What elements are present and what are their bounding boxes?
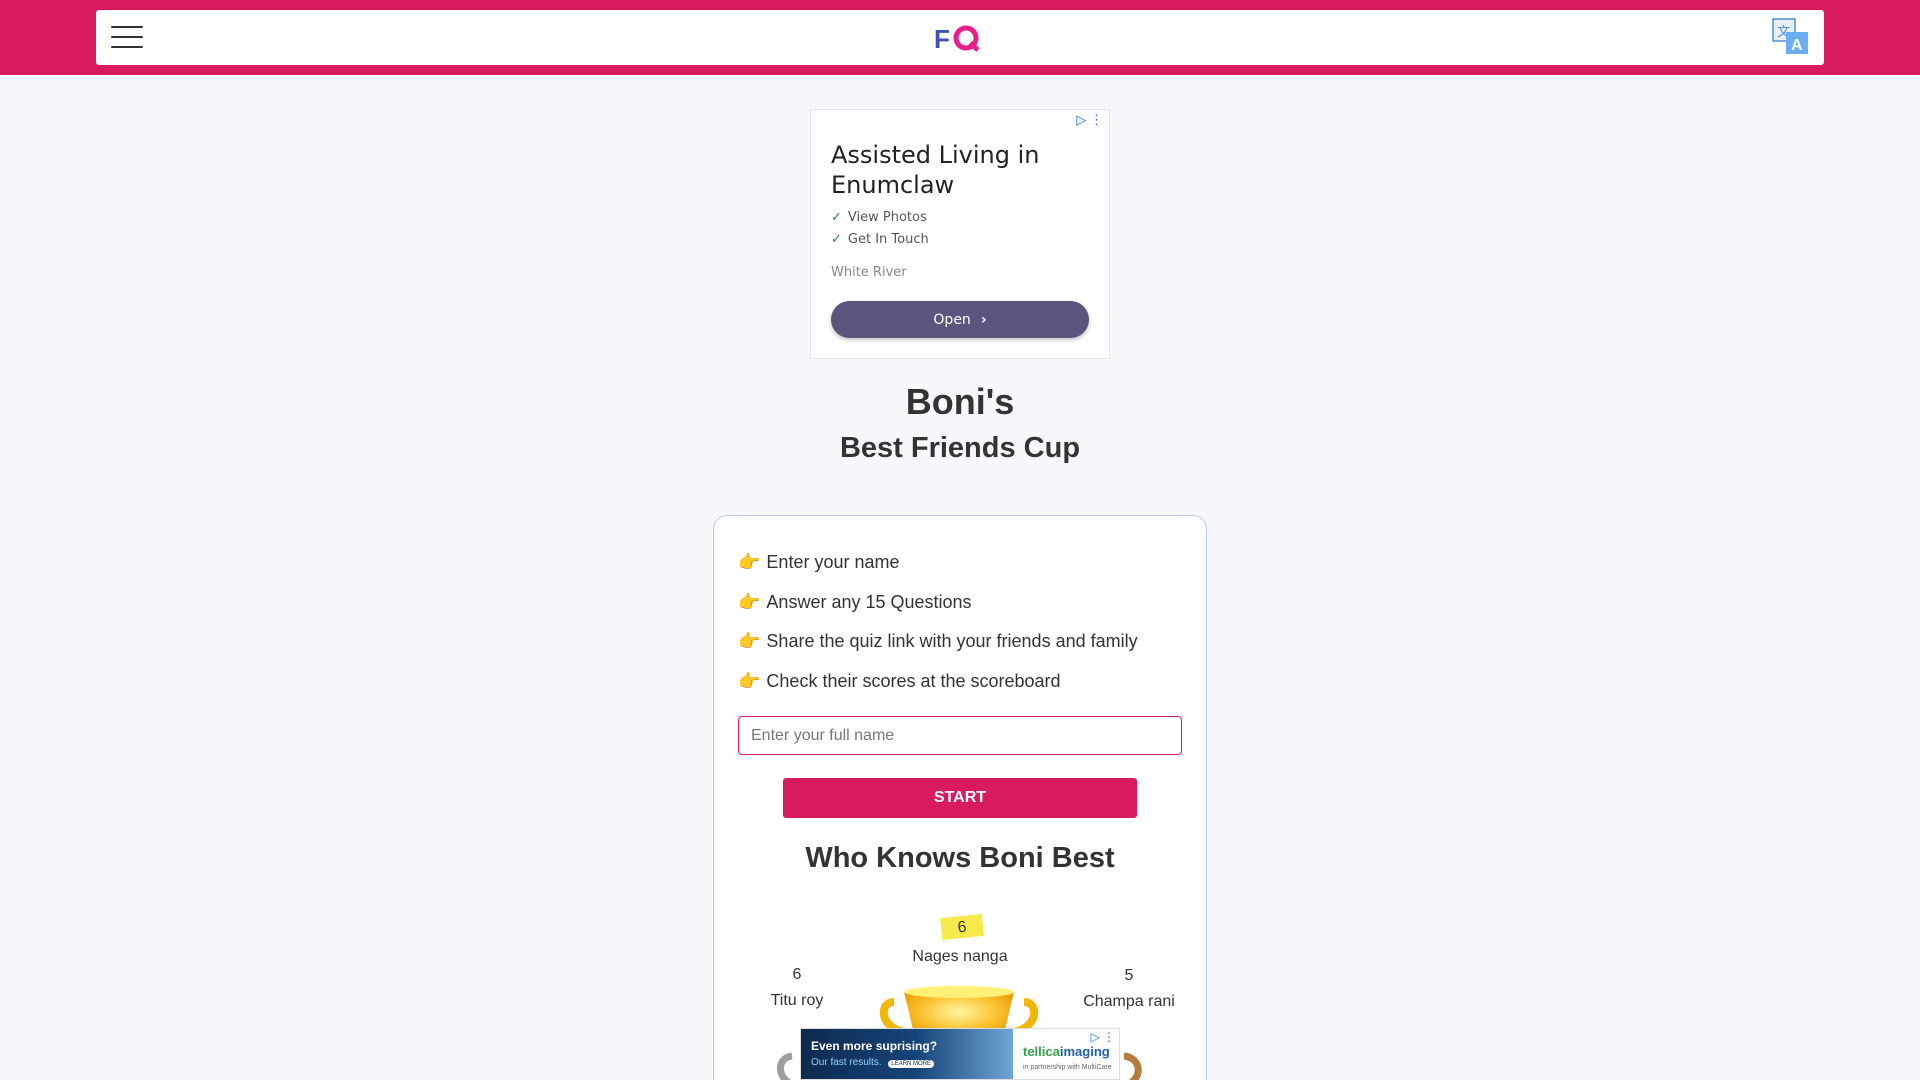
second-place: 6 Titu roy	[742, 966, 852, 1010]
check-icon: ✓	[831, 210, 842, 225]
ad-banner-image: Even more suprising? Our fast results. L…	[801, 1029, 1013, 1079]
third-place-score: 5	[1124, 967, 1134, 984]
svg-text:F: F	[934, 24, 950, 54]
instruction-step: 👉 Check their scores at the scoreboard	[738, 670, 1061, 691]
first-place-score: 6	[939, 913, 985, 941]
instruction-step: 👉 Enter your name	[738, 552, 900, 572]
second-place-score: 6	[792, 966, 802, 983]
third-place: 5 Champa rani	[1054, 967, 1204, 1011]
translate-icon[interactable]: 文 A	[1772, 18, 1810, 56]
instruction-step: 👉 Answer any 15 Questions	[738, 591, 972, 612]
quiz-title: Best Friends Cup	[839, 432, 1081, 464]
advertisement[interactable]: ▷ ⋮ Assisted Living in Enumclaw ✓ View Ph…	[810, 109, 1110, 359]
pointing-hand-icon: 👉	[738, 631, 761, 651]
third-place-name: Champa rani	[1083, 993, 1175, 1010]
full-name-input[interactable]	[738, 716, 1182, 755]
pointing-hand-icon: 👉	[738, 552, 761, 572]
first-place-name: Nages nanga	[912, 948, 1008, 965]
bottom-banner-ad[interactable]: Even more suprising? Our fast results. L…	[800, 1028, 1120, 1080]
hamburger-menu-icon[interactable]	[111, 26, 143, 50]
pointing-hand-icon: 👉	[738, 591, 761, 612]
check-icon: ✓	[831, 232, 842, 247]
quiz-owner: Boni's	[905, 381, 1015, 422]
navbar: F 文 A	[96, 10, 1824, 65]
ad-open-button[interactable]: Open ›	[831, 301, 1089, 338]
ad-feature: ✓ Get In Touch	[831, 232, 929, 247]
instructions-list: 👉 Enter your name 👉 Answer any 15 Question…	[738, 550, 1138, 708]
second-place-name: Titu roy	[770, 992, 824, 1009]
ad-headline: Even more suprising?	[811, 1039, 938, 1053]
scoreboard-title: Who Knows Boni Best	[805, 842, 1115, 874]
instruction-step: 👉 Share the quiz link with your friends a…	[738, 631, 1138, 651]
start-button[interactable]: START	[783, 778, 1137, 818]
adchoices-icon[interactable]: ▷ ⋮	[1076, 112, 1103, 128]
fq-logo[interactable]: F	[934, 22, 984, 54]
ad-title[interactable]: Assisted Living in Enumclaw	[831, 140, 1091, 200]
ad-brand: tellicaimaging	[1023, 1044, 1110, 1059]
ad-partner: in partnership with MultiCare	[1023, 1064, 1112, 1071]
ad-subline: Our fast results. LEARN MORE	[811, 1057, 935, 1068]
quiz-card: 👉 Enter your name 👉 Answer any 15 Question…	[713, 515, 1207, 1080]
pointing-hand-icon: 👉	[738, 670, 761, 691]
svg-text:A: A	[1791, 37, 1803, 54]
adchoices-icon[interactable]: ▷ ⋮	[1090, 1030, 1115, 1044]
ad-feature: ✓ View Photos	[831, 210, 927, 225]
chevron-right-icon: ›	[980, 311, 987, 328]
ad-source: White River	[831, 265, 907, 280]
